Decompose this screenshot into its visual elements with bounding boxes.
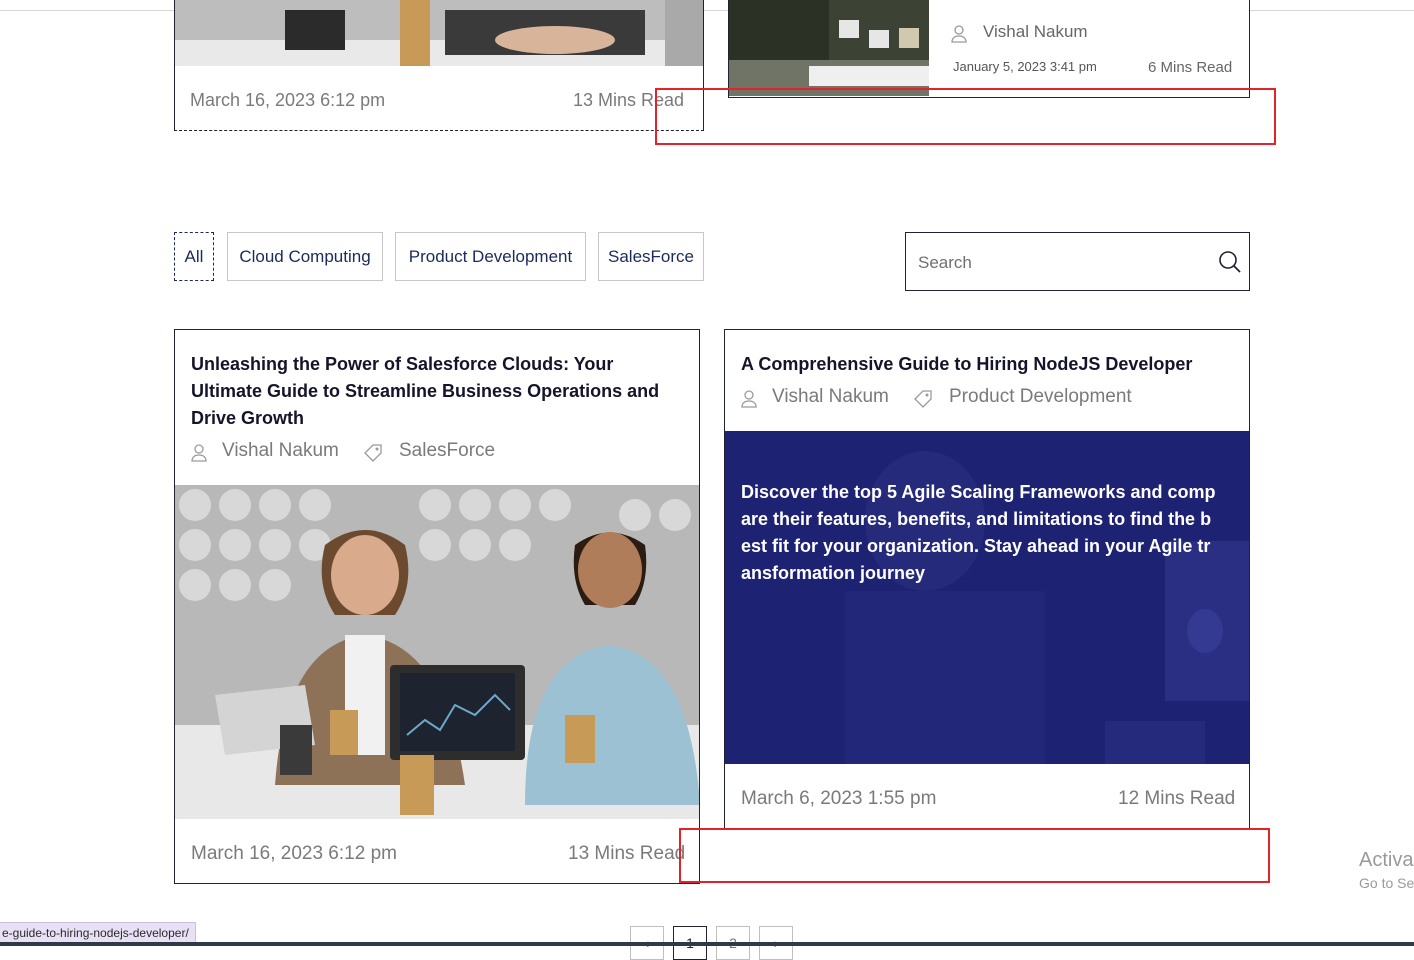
read-time: 6 Mins Read [1148, 59, 1233, 76]
author-name[interactable]: Vishal Nakum [772, 386, 889, 408]
tag-icon [364, 444, 382, 462]
post-image-workspace [729, 0, 929, 96]
tag-icon [914, 390, 932, 408]
top-post-card-1[interactable]: March 16, 2023 6:12 pm 13 Mins Read [174, 0, 704, 131]
read-time: 12 Mins Read [1118, 788, 1236, 809]
post-category[interactable]: Product Development [949, 386, 1132, 408]
top-post-card-2[interactable]: Vishal Nakum January 5, 2023 3:41 pm 6 M… [728, 0, 1250, 98]
author-name[interactable]: Vishal Nakum [983, 22, 1088, 42]
post-image-overlay: Discover the top 5 Agile Scaling Framewo… [725, 431, 1249, 764]
user-icon [951, 25, 967, 43]
browser-status-url: e-guide-to-hiring-nodejs-developer/ [0, 922, 196, 944]
post-date: January 5, 2023 3:41 pm [953, 59, 1097, 74]
post-card-nodejs[interactable]: A Comprehensive Guide to Hiring NodeJS D… [724, 329, 1250, 829]
taskbar-edge [0, 942, 1414, 946]
post-date: March 16, 2023 6:12 pm [191, 843, 397, 864]
post-category[interactable]: SalesForce [399, 440, 495, 462]
filter-salesforce[interactable]: SalesForce [598, 232, 704, 281]
highlight-box-top [655, 88, 1276, 145]
filter-all[interactable]: All [174, 232, 214, 281]
post-image-meeting [175, 485, 699, 819]
post-excerpt: Discover the top 5 Agile Scaling Framewo… [741, 482, 1216, 583]
post-card-salesforce[interactable]: Unleashing the Power of Salesforce Cloud… [174, 329, 700, 884]
windows-activation-title: Activa [1359, 849, 1414, 871]
highlight-box-bottom [679, 828, 1270, 883]
post-image-office [175, 0, 703, 66]
search-icon[interactable] [1218, 250, 1242, 274]
post-date: March 16, 2023 6:12 pm [190, 90, 386, 110]
windows-activation-subtitle: Go to Se [1359, 875, 1414, 891]
read-time: 13 Mins Read [568, 843, 686, 864]
search-input[interactable] [916, 247, 1210, 279]
post-title[interactable]: A Comprehensive Guide to Hiring NodeJS D… [741, 351, 1237, 378]
user-icon [191, 444, 207, 462]
post-title[interactable]: Unleashing the Power of Salesforce Cloud… [191, 351, 687, 432]
author-name[interactable]: Vishal Nakum [222, 440, 339, 462]
user-icon [741, 390, 757, 408]
search-box [905, 232, 1250, 291]
post-date: March 6, 2023 1:55 pm [741, 788, 937, 809]
filter-cloud-computing[interactable]: Cloud Computing [227, 232, 383, 281]
filter-product-development[interactable]: Product Development [395, 232, 586, 281]
